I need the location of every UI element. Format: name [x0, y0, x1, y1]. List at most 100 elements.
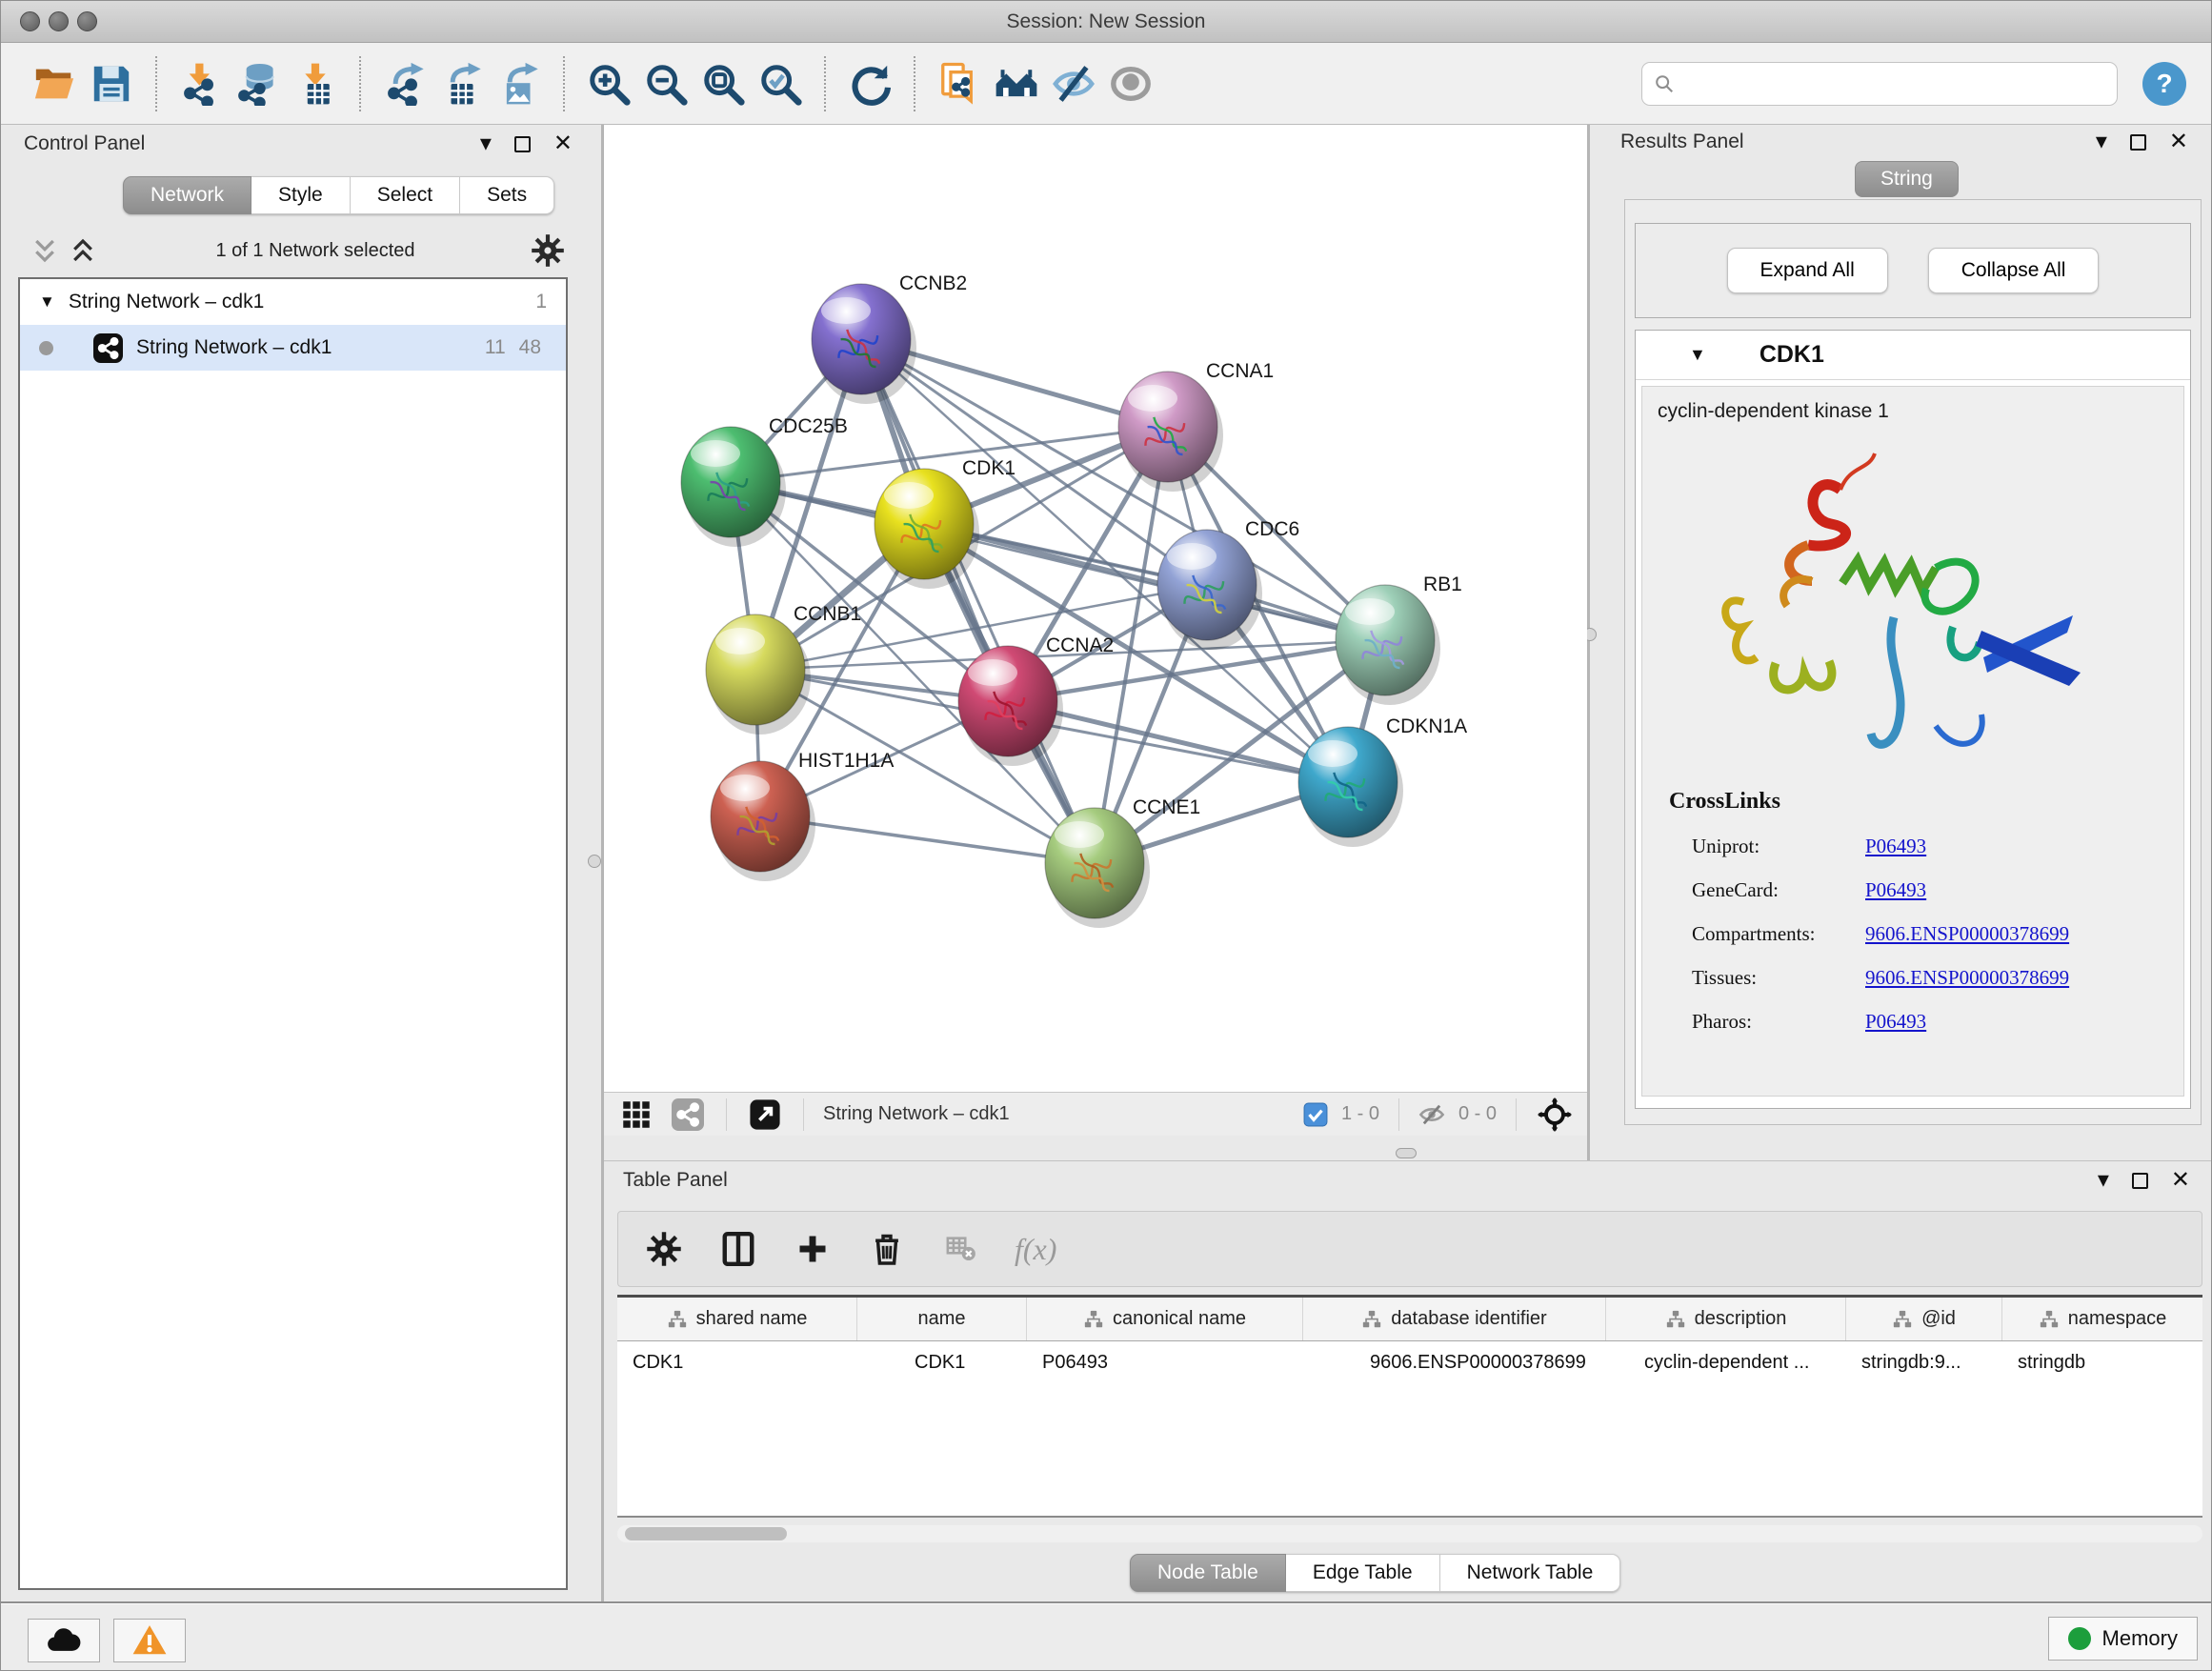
column-header-id[interactable]: @id [1846, 1298, 2002, 1340]
network-thumbnail-button[interactable] [669, 1096, 707, 1134]
tab-select[interactable]: Select [351, 176, 460, 214]
import-network-database-button[interactable] [230, 53, 287, 114]
network-node-HIST1H1A[interactable]: HIST1H1A [711, 750, 894, 881]
network-options-gear-button[interactable] [529, 232, 567, 270]
hide-selected-button[interactable] [1045, 53, 1102, 114]
detach-view-button[interactable] [746, 1096, 784, 1134]
memory-button[interactable]: Memory [2048, 1617, 2198, 1661]
show-columns-button[interactable] [717, 1228, 759, 1270]
expand-all-networks-button[interactable] [64, 232, 102, 270]
table-panel-menu-button[interactable]: ▾ [2098, 1169, 2109, 1192]
zoom-in-button[interactable] [580, 53, 637, 114]
crosslink-link-genecard[interactable]: P06493 [1865, 878, 1926, 902]
collapse-all-networks-button[interactable] [26, 232, 64, 270]
function-builder-button[interactable]: f(x) [1015, 1228, 1056, 1270]
table-panel-float-button[interactable] [2132, 1173, 2148, 1189]
tab-style[interactable]: Style [251, 176, 351, 214]
bottom-splitter-handle[interactable] [1396, 1148, 1417, 1158]
cell-database-identifier[interactable]: 9606.ENSP00000378699 [1303, 1352, 1606, 1374]
network-graph[interactable]: CCNB2CCNA1CDC25BCDK1CDC6RB1CCNB1CCNA2CDK… [604, 125, 1587, 1092]
table-panel-close-button[interactable]: ✕ [2171, 1169, 2190, 1192]
section-collapse-triangle-icon[interactable]: ▼ [1689, 345, 1706, 365]
tab-node-table[interactable]: Node Table [1130, 1554, 1286, 1592]
crosslink-link-uniprot[interactable]: P06493 [1865, 835, 1926, 858]
network-canvas[interactable]: CCNB2CCNA1CDC25BCDK1CDC6RB1CCNB1CCNA2CDK… [604, 125, 1587, 1092]
open-session-button[interactable] [26, 53, 83, 114]
expand-all-button[interactable]: Expand All [1727, 248, 1888, 293]
selected-checkbox-icon[interactable] [1303, 1102, 1328, 1127]
toolbar-separator [1398, 1098, 1399, 1131]
tab-network-table[interactable]: Network Table [1440, 1554, 1621, 1592]
create-column-button[interactable] [792, 1228, 834, 1270]
network-node-CCNB2[interactable]: CCNB2 [812, 272, 967, 404]
import-table-button[interactable] [287, 53, 344, 114]
search-input[interactable] [1682, 72, 2105, 94]
cell-description[interactable]: cyclin-dependent ... [1606, 1352, 1846, 1374]
results-panel-float-button[interactable] [2130, 134, 2146, 151]
column-header-description[interactable]: description [1606, 1298, 1846, 1340]
grid-view-button[interactable] [617, 1096, 655, 1134]
network-row[interactable]: String Network – cdk1 11 48 [20, 325, 566, 371]
results-panel-close-button[interactable]: ✕ [2169, 131, 2188, 153]
export-table-button[interactable] [433, 53, 491, 114]
table-row[interactable]: CDK1 CDK1 P06493 9606.ENSP00000378699 cy… [617, 1341, 2202, 1383]
collapse-triangle-icon[interactable]: ▼ [39, 292, 55, 312]
warnings-button[interactable] [113, 1619, 186, 1662]
network-node-RB1[interactable]: RB1 [1336, 574, 1462, 705]
control-panel-float-button[interactable] [514, 136, 531, 152]
results-panel-menu-button[interactable]: ▾ [2096, 131, 2107, 153]
delete-table-button[interactable] [940, 1228, 982, 1270]
network-collection-row[interactable]: ▼ String Network – cdk1 1 [20, 279, 566, 325]
tab-network[interactable]: Network [123, 176, 251, 214]
cloud-status-button[interactable] [28, 1619, 100, 1662]
left-splitter-handle[interactable] [588, 855, 601, 868]
cell-name[interactable]: CDK1 [857, 1352, 1027, 1374]
scrollbar-thumb[interactable] [625, 1527, 787, 1540]
zoom-fit-button[interactable] [694, 53, 752, 114]
first-neighbors-button[interactable] [988, 53, 1045, 114]
zoom-selected-icon [758, 62, 802, 106]
column-header-name[interactable]: name [857, 1298, 1027, 1340]
column-header-namespace[interactable]: namespace [2002, 1298, 2202, 1340]
control-panel-close-button[interactable]: ✕ [553, 132, 573, 155]
zoom-window-button[interactable] [77, 11, 97, 31]
column-header-database-identifier[interactable]: database identifier [1303, 1298, 1606, 1340]
birdseye-navigator-button[interactable] [1536, 1096, 1574, 1134]
zoom-selected-button[interactable] [752, 53, 809, 114]
help-button[interactable]: ? [2142, 62, 2186, 106]
network-node-CDKN1A[interactable]: CDKN1A [1298, 715, 1467, 847]
minimize-window-button[interactable] [49, 11, 69, 31]
column-header-shared-name[interactable]: shared name [617, 1298, 857, 1340]
export-network-button[interactable] [376, 53, 433, 114]
export-image-button[interactable] [491, 53, 548, 114]
gene-section-header[interactable]: ▼ CDK1 [1636, 331, 2190, 380]
crosslink-link-pharos[interactable]: P06493 [1865, 1010, 1926, 1034]
string-document-button[interactable] [931, 53, 988, 114]
tab-edge-table[interactable]: Edge Table [1286, 1554, 1440, 1592]
table-horizontal-scrollbar[interactable] [617, 1525, 2202, 1542]
network-node-CCNA1[interactable]: CCNA1 [1118, 360, 1274, 492]
tab-sets[interactable]: Sets [460, 176, 554, 214]
crosslink-link-compartments[interactable]: 9606.ENSP00000378699 [1865, 922, 2069, 946]
network-node-CCNE1[interactable]: CCNE1 [1045, 796, 1200, 928]
cell-namespace[interactable]: stringdb [2002, 1352, 2202, 1374]
tab-string[interactable]: String [1855, 161, 1959, 197]
network-node-CDC6[interactable]: CDC6 [1157, 518, 1299, 650]
collapse-all-button[interactable]: Collapse All [1928, 248, 2100, 293]
table-options-gear-button[interactable] [643, 1228, 685, 1270]
control-panel-menu-button[interactable]: ▾ [480, 132, 492, 155]
close-window-button[interactable] [20, 11, 40, 31]
delete-columns-button[interactable] [866, 1228, 908, 1270]
cell-canonical-name[interactable]: P06493 [1027, 1352, 1303, 1374]
network-node-CDC25B[interactable]: CDC25B [681, 415, 848, 547]
show-all-button[interactable] [1102, 53, 1159, 114]
column-header-canonical-name[interactable]: canonical name [1027, 1298, 1303, 1340]
save-session-button[interactable] [83, 53, 140, 114]
import-network-file-button[interactable] [172, 53, 230, 114]
cell-shared-name[interactable]: CDK1 [617, 1352, 857, 1374]
cell-id[interactable]: stringdb:9... [1846, 1352, 2002, 1374]
zoom-out-button[interactable] [637, 53, 694, 114]
refresh-layout-button[interactable] [841, 53, 898, 114]
crosslink-link-tissues[interactable]: 9606.ENSP00000378699 [1865, 966, 2069, 990]
network-node-CCNB1[interactable]: CCNB1 [706, 603, 861, 735]
